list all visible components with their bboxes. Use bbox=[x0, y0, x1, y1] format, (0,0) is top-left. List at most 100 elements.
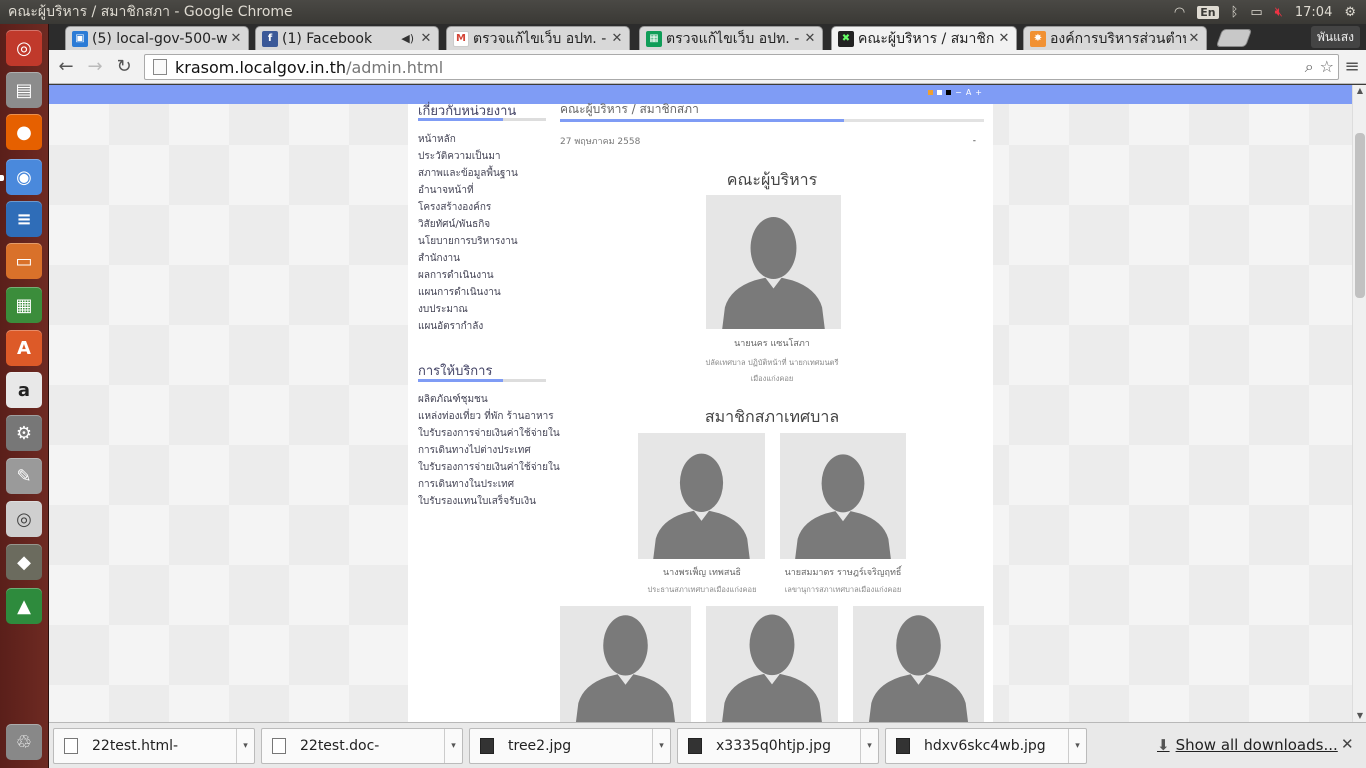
clock[interactable]: 17:04 bbox=[1295, 5, 1332, 20]
page-icon bbox=[153, 59, 167, 75]
bookmark-star-icon[interactable]: ☆ bbox=[1320, 57, 1334, 77]
reload-icon[interactable]: ↻ bbox=[111, 55, 137, 79]
back-icon[interactable]: ← bbox=[53, 55, 79, 79]
sidebar-item[interactable]: งบประมาณ bbox=[418, 301, 518, 318]
sidebar-item[interactable]: วิสัยทัศน์/พันธกิจ bbox=[418, 216, 518, 233]
libreoffice-writer-icon[interactable]: ≡ bbox=[6, 201, 42, 237]
scroll-thumb[interactable] bbox=[1355, 133, 1365, 298]
trash-icon[interactable]: ♲ bbox=[6, 724, 42, 760]
libreoffice-impress-icon[interactable]: ▭ bbox=[6, 243, 42, 279]
disc-icon[interactable]: ◎ bbox=[6, 501, 42, 537]
person-silhouette-icon bbox=[653, 453, 750, 559]
forward-icon[interactable]: → bbox=[82, 55, 108, 79]
executive-photo[interactable] bbox=[706, 195, 841, 329]
sidebar-item[interactable]: แผนอัตรากำลัง bbox=[418, 318, 518, 335]
scroll-up-icon[interactable]: ▲ bbox=[1353, 85, 1366, 97]
font-increase-button[interactable]: + bbox=[975, 88, 982, 97]
council-photo[interactable] bbox=[638, 433, 765, 559]
chevron-down-icon[interactable]: ▾ bbox=[860, 729, 878, 763]
dash-home-icon[interactable]: ◎ bbox=[6, 30, 42, 66]
council-photo[interactable] bbox=[853, 606, 984, 722]
sidebar-item[interactable]: การเดินทางไปต่างประเทศ bbox=[418, 442, 560, 459]
scroll-down-icon[interactable]: ▼ bbox=[1353, 710, 1366, 722]
council-photo[interactable] bbox=[560, 606, 691, 722]
settings-gear-icon[interactable]: ⚙ bbox=[1344, 5, 1356, 20]
council-photo[interactable] bbox=[706, 606, 838, 722]
page-scrollbar[interactable]: ▲ ▼ bbox=[1352, 85, 1366, 722]
download-item[interactable]: tree2.jpg ▾ bbox=[469, 728, 671, 764]
tab-joomla[interactable]: ✸ องค์การบริหารส่วนตำบ ✕ bbox=[1023, 26, 1207, 50]
color-theme-black[interactable] bbox=[946, 90, 952, 95]
font-reset-button[interactable]: A bbox=[966, 88, 971, 97]
tab-close-icon[interactable]: ✕ bbox=[1186, 31, 1202, 46]
sidebar-item[interactable]: ใบรับรองการจ่ายเงินค่าใช้จ่ายใน bbox=[418, 425, 560, 442]
update-manager-icon[interactable]: ▲ bbox=[6, 588, 42, 624]
system-settings-icon[interactable]: ⚙ bbox=[6, 415, 42, 451]
audio-playing-icon[interactable]: ◀) bbox=[401, 32, 414, 45]
sidebar-item[interactable]: ใบรับรองแทนใบเสร็จรับเงิน bbox=[418, 493, 560, 510]
show-all-downloads-link[interactable]: ⬇ Show all downloads... bbox=[1157, 736, 1338, 754]
color-theme-orange[interactable] bbox=[928, 90, 934, 95]
image-file-icon bbox=[688, 738, 702, 754]
download-item[interactable]: hdxv6skc4wb.jpg ▾ bbox=[885, 728, 1087, 764]
volume-muted-icon[interactable]: 🔇︎ bbox=[1275, 5, 1283, 20]
chrome-icon[interactable]: ◉ bbox=[6, 159, 42, 195]
text-editor-icon[interactable]: ✎ bbox=[6, 458, 42, 494]
tab-sheets[interactable]: ▦ ตรวจแก้ไขเว็บ อปท. - ✕ bbox=[639, 26, 823, 50]
options-marker: - bbox=[972, 136, 976, 146]
sidebar-item[interactable]: ผลิตภัณฑ์ชุมชน bbox=[418, 391, 560, 408]
sidebar-item[interactable]: แผนการดำเนินงาน bbox=[418, 284, 518, 301]
tab-close-icon[interactable]: ✕ bbox=[996, 31, 1012, 46]
color-theme-white[interactable] bbox=[937, 90, 943, 95]
download-item[interactable]: x3335q0htjp.jpg ▾ bbox=[677, 728, 879, 764]
url-path: /admin.html bbox=[346, 57, 444, 77]
sidebar-item[interactable]: การเดินทางในประเทศ bbox=[418, 476, 560, 493]
chevron-down-icon[interactable]: ▾ bbox=[652, 729, 670, 763]
window-title: คณะผู้บริหาร / สมาชิกสภา - Google Chrome bbox=[8, 4, 293, 20]
sidebar-services-list: ผลิตภัณฑ์ชุมชน แหล่งท่องเที่ยว ที่พัก ร้… bbox=[418, 391, 560, 510]
battery-icon[interactable]: ▭ bbox=[1250, 5, 1262, 20]
sidebar-item[interactable]: ผลการดำเนินงาน bbox=[418, 267, 518, 284]
sidebar-item[interactable]: ใบรับรองการจ่ายเงินค่าใช้จ่ายใน bbox=[418, 459, 560, 476]
firefox-icon[interactable]: ● bbox=[6, 114, 42, 150]
sidebar-item[interactable]: โครงสร้างองค์กร bbox=[418, 199, 518, 216]
sidebar-item[interactable]: หน้าหลัก bbox=[418, 131, 518, 148]
chevron-down-icon[interactable]: ▾ bbox=[236, 729, 254, 763]
tab-close-icon[interactable]: ✕ bbox=[418, 31, 434, 46]
bluetooth-icon[interactable]: ᛒ bbox=[1231, 5, 1239, 20]
address-bar[interactable]: krasom.localgov.in.th/admin.html ⌕ ☆ bbox=[144, 54, 1339, 80]
sidebar-item[interactable]: สำนักงาน bbox=[418, 250, 518, 267]
gimp-icon[interactable]: ◆ bbox=[6, 544, 42, 580]
tab-close-icon[interactable]: ✕ bbox=[609, 31, 625, 46]
tab-facebook[interactable]: f (1) Facebook ◀) ✕ bbox=[255, 26, 439, 50]
files-icon[interactable]: ▤ bbox=[6, 72, 42, 108]
download-item[interactable]: 22test.doc- ▾ bbox=[261, 728, 463, 764]
chevron-down-icon[interactable]: ▾ bbox=[1068, 729, 1086, 763]
sidebar-item[interactable]: ประวัติความเป็นมา bbox=[418, 148, 518, 165]
wifi-icon[interactable]: ◠ bbox=[1174, 5, 1185, 20]
amazon-icon[interactable]: a bbox=[6, 372, 42, 408]
sidebar-item[interactable]: อำนาจหน้าที่ bbox=[418, 182, 518, 199]
sidebar-item[interactable]: สภาพและข้อมูลพื้นฐาน bbox=[418, 165, 518, 182]
zoom-icon[interactable]: ⌕ bbox=[1305, 57, 1314, 77]
sidebar-item[interactable]: แหล่งท่องเที่ยว ที่พัก ร้านอาหาร bbox=[418, 408, 560, 425]
font-decrease-button[interactable]: − bbox=[955, 88, 962, 97]
close-icon[interactable]: ✕ bbox=[1341, 735, 1354, 753]
new-tab-button[interactable] bbox=[1215, 29, 1253, 47]
chrome-menu-icon[interactable]: ≡ bbox=[1339, 55, 1365, 79]
tab-local-gov[interactable]: ▣ (5) local-gov-500-we ✕ bbox=[65, 26, 249, 50]
top-panel: คณะผู้บริหาร / สมาชิกสภา - Google Chrome… bbox=[0, 0, 1366, 24]
chevron-down-icon[interactable]: ▾ bbox=[444, 729, 462, 763]
council-photo[interactable] bbox=[780, 433, 906, 559]
sidebar-item[interactable]: นโยบายการบริหารงาน bbox=[418, 233, 518, 250]
tab-active-admin[interactable]: ✖ คณะผู้บริหาร / สมาชิก ✕ bbox=[831, 26, 1017, 50]
keyboard-layout-indicator[interactable]: En bbox=[1197, 5, 1219, 19]
tab-close-icon[interactable]: ✕ bbox=[228, 31, 244, 46]
tab-close-icon[interactable]: ✕ bbox=[802, 31, 818, 46]
download-item[interactable]: 22test.html- ▾ bbox=[53, 728, 255, 764]
software-center-icon[interactable]: A bbox=[6, 330, 42, 366]
libreoffice-calc-icon[interactable]: ▦ bbox=[6, 287, 42, 323]
url-host: krasom.localgov.in.th bbox=[175, 57, 347, 77]
profile-button[interactable]: พันแสง bbox=[1310, 26, 1360, 48]
tab-gmail[interactable]: M ตรวจแก้ไขเว็บ อปท. - ✕ bbox=[446, 26, 630, 50]
